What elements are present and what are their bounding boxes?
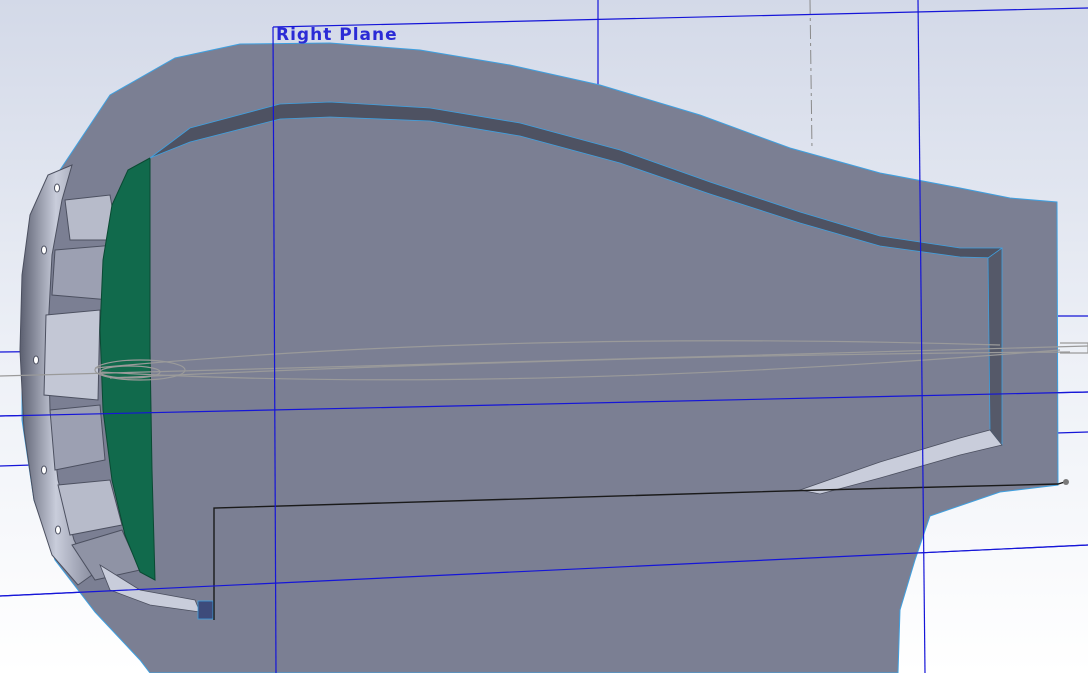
model-view[interactable] (0, 0, 1088, 673)
lower-notch (197, 600, 214, 620)
right-plane-label[interactable]: Right Plane (276, 25, 398, 45)
sketch-endpoint[interactable] (1063, 479, 1069, 485)
inner-cavity-right (987, 247, 1003, 447)
graphics-viewport[interactable]: Right Plane (0, 0, 1088, 673)
